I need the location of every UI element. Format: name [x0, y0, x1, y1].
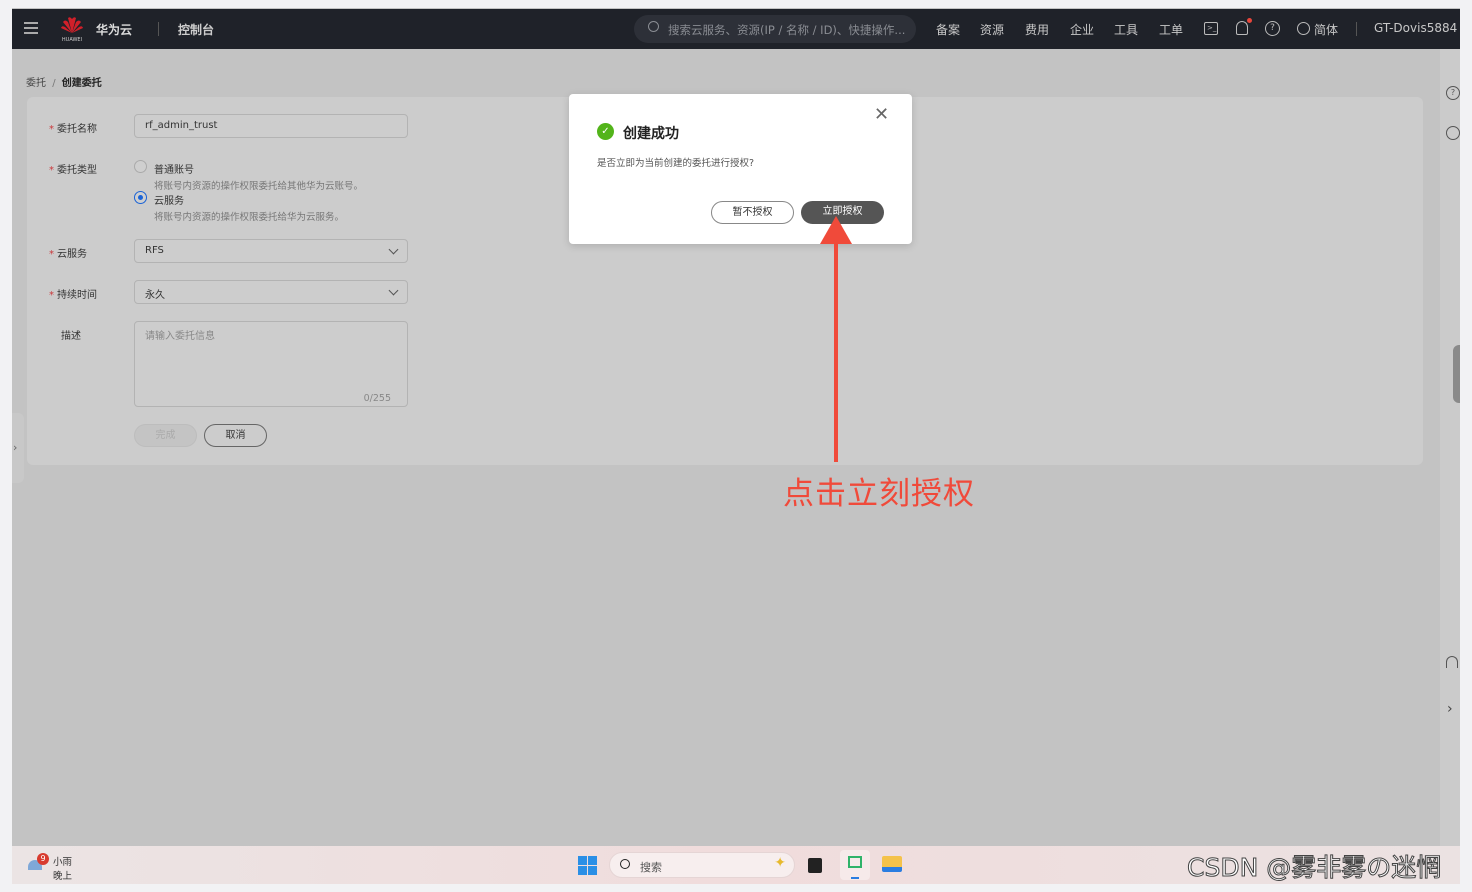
close-icon[interactable]: ✕	[874, 104, 889, 125]
option-cloud-service[interactable]: 云服务	[154, 192, 184, 207]
weather-time: 晚上	[53, 871, 73, 882]
windows-start-icon[interactable]	[578, 856, 597, 875]
nav-tickets[interactable]: 工单	[1159, 21, 1183, 38]
dialog-message: 是否立即为当前创建的委托进行授权?	[597, 158, 755, 169]
right-toolbar: ? ›	[1440, 49, 1460, 884]
char-counter: 0/255	[363, 393, 391, 404]
notification-dot	[1247, 18, 1252, 23]
feedback-smiley-icon[interactable]	[1446, 126, 1460, 140]
headset-icon[interactable]	[1446, 656, 1458, 668]
file-explorer-icon[interactable]	[882, 856, 902, 872]
user-account[interactable]: GT-Dovis5884	[1374, 21, 1457, 35]
breadcrumb-current: 创建委托	[61, 78, 102, 89]
chevron-down-icon	[388, 285, 399, 296]
cloud-service-select[interactable]: RFS	[134, 239, 408, 263]
nav-resources[interactable]: 资源	[980, 21, 1004, 38]
type-label: * 委托类型	[49, 165, 97, 176]
breadcrumb: 委托 / 创建委托	[26, 74, 102, 89]
dialog-title: 创建成功	[623, 126, 679, 142]
language-switch[interactable]: 简体	[1314, 21, 1338, 38]
authorize-later-button[interactable]: 暂不授权	[711, 201, 794, 224]
left-collapse-handle[interactable]: ›	[12, 413, 24, 483]
agency-name-input[interactable]: rf_admin_trust	[134, 114, 408, 138]
search-placeholder: 搜索云服务、资源(IP / 名称 / ID)、快捷操作...	[668, 23, 906, 37]
taskbar-search-label: 搜索	[640, 861, 662, 874]
description-label: 描述	[61, 331, 81, 342]
bell-icon[interactable]	[1236, 18, 1252, 35]
cancel-button[interactable]: 取消	[204, 424, 267, 447]
chevron-right-icon[interactable]: ›	[1447, 701, 1453, 717]
weather-widget[interactable]: 9 小雨 晚上	[28, 850, 88, 882]
weather-text: 小雨	[53, 857, 73, 868]
divider	[1356, 22, 1357, 36]
windows-taskbar: 9 小雨 晚上 搜索 ✦ CSDN @雾非雾の迷惘	[12, 846, 1460, 884]
description-textarea[interactable]: 请输入委托信息 0/255	[134, 321, 408, 407]
breadcrumb-parent[interactable]: 委托	[26, 78, 46, 89]
finish-button[interactable]: 完成	[134, 424, 197, 447]
menu-icon[interactable]	[24, 22, 38, 34]
option-normal-account-desc: 将账号内资源的操作权限委托给其他华为云账号。	[154, 181, 364, 192]
help-icon[interactable]: ?	[1446, 86, 1460, 100]
logo-text: HUAWEI	[61, 37, 83, 43]
name-label: * 委托名称	[49, 124, 97, 135]
csdn-watermark: CSDN @雾非雾の迷惘	[1186, 853, 1442, 883]
option-cloud-service-desc: 将账号内资源的操作权限委托给华为云服务。	[154, 212, 345, 223]
brand-name[interactable]: 华为云	[96, 21, 132, 38]
duration-label: * 持续时间	[49, 290, 97, 301]
nav-beian[interactable]: 备案	[936, 21, 960, 38]
global-search-input[interactable]: 搜索云服务、资源(IP / 名称 / ID)、快捷操作...	[634, 15, 916, 43]
task-view-icon[interactable]	[808, 858, 822, 873]
nav-enterprise[interactable]: 企业	[1070, 21, 1094, 38]
annotation-text: 点击立刻授权	[783, 476, 975, 512]
breadcrumb-separator: /	[52, 78, 56, 89]
taskbar-search[interactable]: 搜索 ✦	[609, 852, 795, 878]
chevron-down-icon	[388, 244, 399, 255]
sparkle-icon: ✦	[774, 855, 786, 871]
console-link[interactable]: 控制台	[178, 21, 214, 38]
search-icon	[620, 859, 630, 869]
help-icon[interactable]: ?	[1265, 21, 1280, 36]
floating-widget-handle[interactable]	[1453, 345, 1460, 403]
remote-desktop-app-icon[interactable]	[840, 850, 870, 880]
nav-tools[interactable]: 工具	[1114, 21, 1138, 38]
radio-cloud-service[interactable]	[134, 191, 147, 204]
screen: HUAWEI 华为云 控制台 搜索云服务、资源(IP / 名称 / ID)、快捷…	[12, 8, 1460, 884]
huawei-logo[interactable]: HUAWEI	[60, 16, 84, 43]
annotation-arrow	[820, 216, 852, 462]
description-placeholder: 请输入委托信息	[145, 331, 215, 342]
service-label: * 云服务	[49, 249, 87, 260]
option-normal-account[interactable]: 普通账号	[154, 161, 194, 176]
top-navbar: HUAWEI 华为云 控制台 搜索云服务、资源(IP / 名称 / ID)、快捷…	[12, 9, 1460, 49]
globe-icon[interactable]	[1297, 22, 1310, 35]
nav-billing[interactable]: 费用	[1025, 21, 1049, 38]
weather-badge: 9	[37, 853, 49, 865]
search-icon	[648, 21, 659, 32]
radio-normal-account[interactable]	[134, 160, 147, 173]
terminal-icon[interactable]: >_	[1204, 22, 1218, 35]
success-check-icon: ✓	[597, 123, 614, 140]
duration-select[interactable]: 永久	[134, 280, 408, 304]
divider	[158, 22, 159, 36]
